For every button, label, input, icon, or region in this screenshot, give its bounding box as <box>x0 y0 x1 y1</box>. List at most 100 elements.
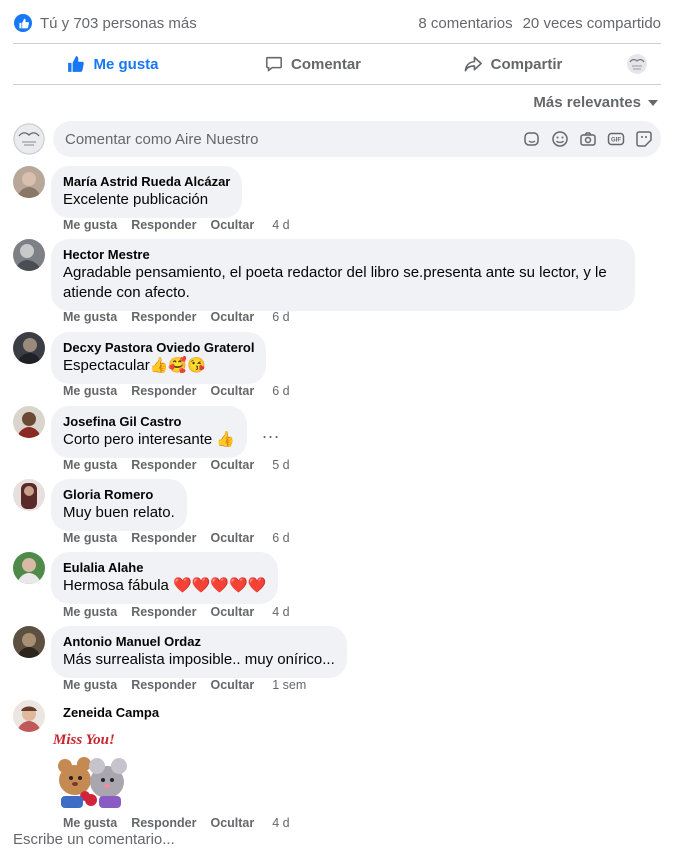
comment-like-link[interactable]: Me gusta <box>63 531 117 545</box>
comment-actions: Me gusta Responder Ocultar 5 d <box>63 458 290 472</box>
comment-bubble: Josefina Gil Castro Corto pero interesan… <box>51 406 248 458</box>
divider <box>13 84 661 85</box>
sticker-icon[interactable] <box>635 130 653 148</box>
comment-hide-link[interactable]: Ocultar <box>210 218 254 232</box>
comment-hide-link[interactable]: Ocultar <box>210 384 254 398</box>
comment-time[interactable]: 6 d <box>272 310 289 324</box>
comment-time[interactable]: 6 d <box>272 531 289 545</box>
comment-time[interactable]: 4 d <box>272 218 289 232</box>
comment-input-placeholder: Comentar como Aire Nuestro <box>65 130 259 148</box>
comment-bubble: Antonio Manuel Ordaz Más surrealista imp… <box>51 626 347 678</box>
comment-item: Decxy Pastora Oviedo Graterol Espectacul… <box>13 332 267 384</box>
comment-text: Hermosa fábula ❤️❤️❤️❤️❤️ <box>63 577 267 594</box>
comment-like-link[interactable]: Me gusta <box>63 678 117 692</box>
like-button[interactable]: Me gusta <box>13 44 213 84</box>
comment-item: Hector Mestre Agradable pensamiento, el … <box>13 239 635 311</box>
page-avatar <box>627 54 647 74</box>
comment-time[interactable]: 4 d <box>272 816 289 830</box>
commenter-avatar[interactable] <box>13 479 45 511</box>
comment-actions: Me gusta Responder Ocultar 4 d <box>63 816 290 830</box>
comment-reply-link[interactable]: Responder <box>131 310 196 324</box>
comment-like-link[interactable]: Me gusta <box>63 458 117 472</box>
comment-hide-link[interactable]: Ocultar <box>210 605 254 619</box>
comment-bubble: Gloria Romero Muy buen relato. <box>51 479 187 531</box>
comment-text: Agradable pensamiento, el poeta redactor… <box>63 264 607 281</box>
comment-hide-link[interactable]: Ocultar <box>210 458 254 472</box>
comment-like-link[interactable]: Me gusta <box>63 816 117 830</box>
comment-reply-link[interactable]: Responder <box>131 384 196 398</box>
comment-reply-link[interactable]: Responder <box>131 458 196 472</box>
comment-author[interactable]: Hector Mestre <box>63 247 623 263</box>
like-label: Me gusta <box>93 55 159 73</box>
shares-count[interactable]: 20 veces compartido <box>523 15 661 32</box>
comment-author[interactable]: Zeneida Campa <box>63 705 159 721</box>
commenter-avatar[interactable] <box>13 332 45 364</box>
commenter-avatar[interactable] <box>13 552 45 584</box>
engagement-counts: 8 comentarios 20 veces compartido <box>418 12 661 34</box>
comment-like-link[interactable]: Me gusta <box>63 384 117 398</box>
comment-time[interactable]: 5 d <box>272 458 289 472</box>
comment-hide-link[interactable]: Ocultar <box>210 678 254 692</box>
comment-text: Muy buen relato. <box>63 504 175 521</box>
comment-hide-link[interactable]: Ocultar <box>210 310 254 324</box>
comment-actions: Me gusta Responder Ocultar 1 sem <box>63 678 306 692</box>
svg-text:GIF: GIF <box>611 138 621 144</box>
comments-count[interactable]: 8 comentarios <box>418 15 512 32</box>
comment-like-link[interactable]: Me gusta <box>63 605 117 619</box>
comment-bubble: María Astrid Rueda Alcázar Excelente pub… <box>51 166 243 218</box>
comment-reply-link[interactable]: Responder <box>131 605 196 619</box>
comment-text: Excelente publicación <box>63 191 209 208</box>
comment-actions: Me gusta Responder Ocultar 6 d <box>63 531 290 545</box>
like-reaction-icon <box>14 14 32 32</box>
comment-bubble: Eulalia Alahe Hermosa fábula ❤️❤️❤️❤️❤️ <box>51 552 279 604</box>
comment-like-link[interactable]: Me gusta <box>63 218 117 232</box>
more-options-icon[interactable]: ... <box>262 422 280 443</box>
comment-author[interactable]: María Astrid Rueda Alcázar <box>63 174 230 190</box>
comment-reply-link[interactable]: Responder <box>131 816 196 830</box>
emoji-icon[interactable] <box>551 130 569 148</box>
comment-author[interactable]: Eulalia Alahe <box>63 560 266 576</box>
comment-reply-link[interactable]: Responder <box>131 531 196 545</box>
commenter-avatar[interactable] <box>13 626 45 658</box>
comment-hide-link[interactable]: Ocultar <box>210 816 254 830</box>
comment-author[interactable]: Decxy Pastora Oviedo Graterol <box>63 340 254 356</box>
thumbs-up-icon <box>68 56 85 72</box>
post-action-bar: Me gusta Comentar Compartir <box>13 44 661 84</box>
share-icon <box>464 56 482 72</box>
current-user-avatar[interactable] <box>13 123 45 155</box>
share-button[interactable]: Compartir <box>413 44 613 84</box>
comment-text: Espectacular👍🥰😘 <box>63 357 206 374</box>
write-comment-input[interactable]: Escribe un comentario... <box>13 831 175 848</box>
sort-dropdown[interactable]: Más relevantes <box>533 94 659 111</box>
comment-like-link[interactable]: Me gusta <box>63 310 117 324</box>
comment-item: María Astrid Rueda Alcázar Excelente pub… <box>13 166 243 218</box>
commenter-avatar[interactable] <box>13 239 45 271</box>
commenter-avatar[interactable] <box>13 166 45 198</box>
likes-count-text[interactable]: Tú y 703 personas más <box>40 15 197 32</box>
comment-hide-link[interactable]: Ocultar <box>210 531 254 545</box>
comment-actions: Me gusta Responder Ocultar 4 d <box>63 218 290 232</box>
comment-text: Más surrealista imposible.. muy onírico.… <box>63 651 335 668</box>
comment-author[interactable]: Gloria Romero <box>63 487 175 503</box>
gif-icon[interactable]: GIF <box>607 130 625 148</box>
page-avatar-selector[interactable] <box>613 44 661 84</box>
comment-button[interactable]: Comentar <box>213 44 413 84</box>
commenter-avatar[interactable] <box>13 406 45 438</box>
caret-down-icon <box>648 99 658 106</box>
avatar-sticker-icon[interactable] <box>523 130 541 148</box>
comment-reply-link[interactable]: Responder <box>131 678 196 692</box>
commenter-avatar[interactable] <box>13 700 45 732</box>
reactions-summary[interactable]: Tú y 703 personas más <box>14 12 197 34</box>
sticker-image: Miss You! <box>51 730 133 810</box>
sort-label: Más relevantes <box>533 94 641 111</box>
comment-input[interactable]: Comentar como Aire Nuestro GIF <box>53 121 661 157</box>
comment-time[interactable]: 1 sem <box>272 678 306 692</box>
camera-icon[interactable] <box>579 130 597 148</box>
comment-composer: Comentar como Aire Nuestro GIF <box>13 121 661 157</box>
comment-author[interactable]: Antonio Manuel Ordaz <box>63 634 335 650</box>
comment-time[interactable]: 4 d <box>272 605 289 619</box>
comment-reply-link[interactable]: Responder <box>131 218 196 232</box>
comment-item: Zeneida Campa <box>13 700 159 732</box>
comment-time[interactable]: 6 d <box>272 384 289 398</box>
comment-author[interactable]: Josefina Gil Castro <box>63 414 235 430</box>
